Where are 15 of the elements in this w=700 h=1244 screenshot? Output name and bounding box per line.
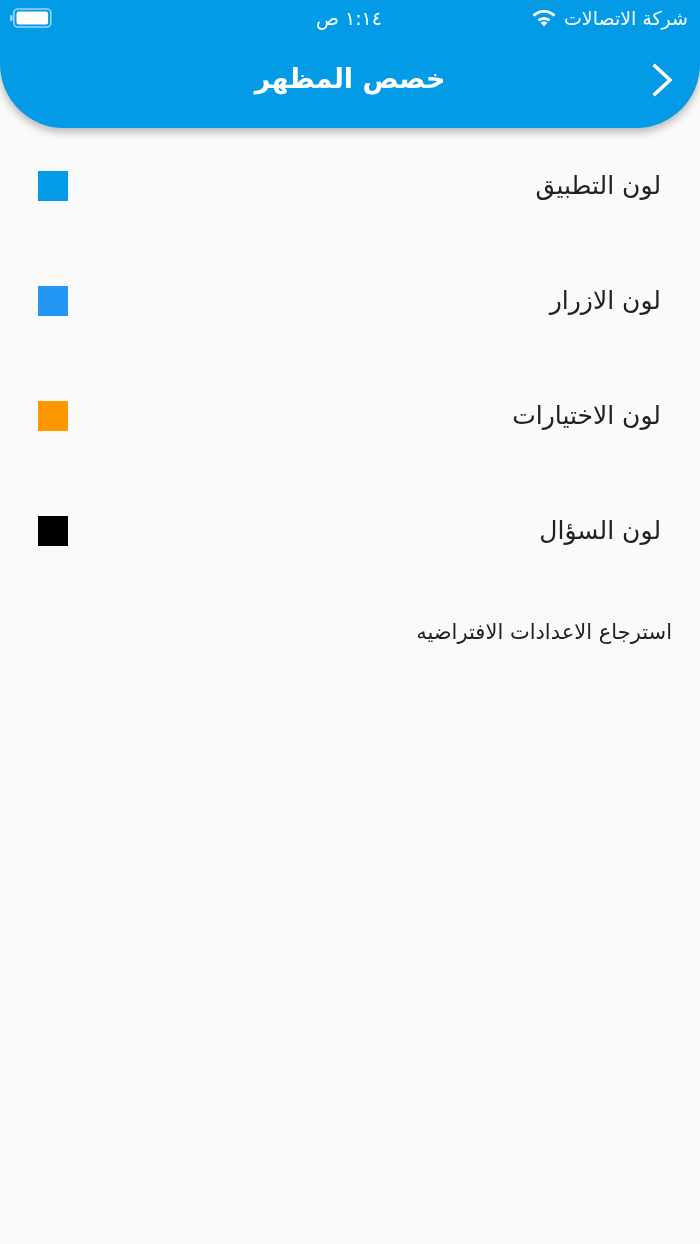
battery-icon bbox=[10, 8, 52, 28]
color-option-label: لون الاختيارات bbox=[512, 401, 662, 430]
color-swatch-icon[interactable] bbox=[38, 170, 68, 201]
color-option-label: لون السؤال bbox=[539, 516, 662, 545]
carrier-name: شركة الاتصالات bbox=[563, 7, 688, 29]
color-swatch-icon[interactable] bbox=[38, 285, 68, 316]
color-swatch-icon[interactable] bbox=[38, 515, 68, 546]
color-option-label: لون التطبيق bbox=[535, 171, 662, 200]
color-option-label: لون الازرار bbox=[549, 286, 662, 315]
chevron-right-icon[interactable] bbox=[652, 63, 674, 97]
page-title: خصص المظهر bbox=[254, 62, 446, 94]
wifi-icon bbox=[531, 9, 556, 27]
status-time: ١:١٤ ص bbox=[316, 7, 383, 29]
color-swatch-icon[interactable] bbox=[38, 400, 68, 431]
restore-defaults-button[interactable]: استرجاع الاعدادات الافتراضيه bbox=[416, 616, 672, 648]
